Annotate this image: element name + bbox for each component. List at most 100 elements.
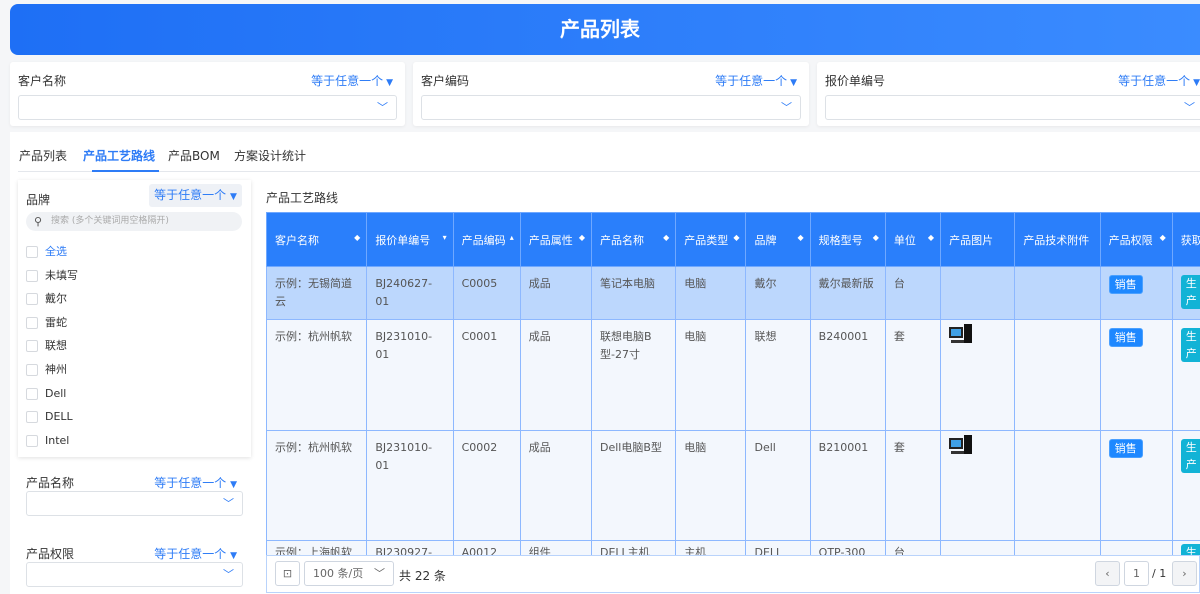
- cell-text: 联想电脑B型-27寸: [600, 330, 652, 361]
- column-header[interactable]: 客户名称 ◆: [265, 212, 368, 267]
- brand-option[interactable]: Dell: [26, 384, 66, 404]
- cell-text: 成品: [528, 330, 551, 343]
- brand-search-input[interactable]: ⚲ 搜索 (多个关键词用空格隔开): [26, 212, 242, 231]
- sort-icon[interactable]: ◆: [733, 233, 739, 242]
- column-header[interactable]: 报价单编号 ▾: [366, 212, 454, 267]
- permission-badge: 销售: [1108, 439, 1143, 458]
- page-number-input[interactable]: 1: [1124, 561, 1149, 586]
- sort-icon[interactable]: ◆: [663, 233, 669, 242]
- operator-dropdown[interactable]: 等于任意一个 ▼: [311, 72, 393, 89]
- computer-image-icon[interactable]: [949, 435, 973, 455]
- next-page-button[interactable]: ›: [1172, 561, 1197, 586]
- prev-page-button[interactable]: ‹: [1095, 561, 1120, 586]
- column-header[interactable]: 产品名称 ◆: [590, 212, 677, 267]
- tab-product-list[interactable]: 产品列表: [19, 147, 67, 164]
- search-placeholder: 搜索 (多个关键词用空格隔开): [51, 216, 169, 226]
- table-cell: 示例：杭州帆软: [265, 430, 368, 541]
- page-header: 产品列表: [10, 4, 1200, 55]
- operator-dropdown[interactable]: 等于任意一个 ▼: [154, 545, 237, 562]
- table-row[interactable]: 示例：杭州帆软 BJ231010-01 C0002 成品 Dell电脑B型 电脑 Dell B…: [265, 430, 1200, 541]
- column-header[interactable]: 品牌 ◆: [745, 212, 811, 267]
- column-header[interactable]: 产品技术附件: [1014, 212, 1101, 267]
- column-header[interactable]: 单位 ◆: [884, 212, 942, 267]
- sort-icon[interactable]: ◆: [579, 233, 585, 242]
- checkbox[interactable]: [26, 316, 38, 329]
- column-label: 获取: [1180, 233, 1200, 247]
- operator-dropdown[interactable]: 等于任意一个 ▼: [154, 474, 237, 491]
- cell-text: BJ231010-01: [375, 441, 433, 472]
- product-name-select[interactable]: ﹀: [26, 491, 243, 516]
- operator-label: 等于任意一个: [311, 74, 384, 88]
- operator-dropdown[interactable]: 等于任意一个 ▼: [1118, 72, 1200, 89]
- sort-icon[interactable]: ◆: [928, 233, 934, 242]
- search-icon: ⚲: [34, 215, 43, 228]
- operator-dropdown[interactable]: 等于任意一个 ▼: [715, 72, 797, 89]
- checkbox[interactable]: [26, 340, 38, 353]
- brand-option[interactable]: 雷蛇: [26, 313, 67, 333]
- sort-icon[interactable]: ◆: [873, 233, 879, 242]
- brand-operator-dropdown[interactable]: 等于任意一个 ▼: [149, 184, 242, 207]
- filter-select[interactable]: ﹀: [18, 95, 397, 120]
- pagination-bar: ⊡ 100 条/页 ﹀ 共 22 条 ‹ 1 / 1 ›: [266, 555, 1200, 593]
- checkbox[interactable]: [26, 434, 38, 447]
- checkbox[interactable]: [26, 387, 38, 400]
- filter-select[interactable]: ﹀: [421, 95, 801, 120]
- table-cell: 电脑: [675, 430, 747, 541]
- column-label: 单位: [893, 233, 916, 247]
- table-cell: 成品: [519, 319, 593, 431]
- product-permission-select[interactable]: ﹀: [26, 562, 243, 587]
- column-header[interactable]: 产品属性 ◆: [519, 212, 593, 267]
- tab-bar: 产品列表 产品工艺路线 产品BOM 方案设计统计: [18, 140, 1200, 172]
- operator-label: 等于任意一个: [154, 547, 227, 561]
- table-cell: C0005: [452, 266, 521, 320]
- caret-down-icon: ▼: [790, 78, 797, 88]
- table-row[interactable]: 示例：无锡简道云 BJ240627-01 C0005 成品 笔记本电脑 电脑 戴尔 戴尔最新版…: [265, 266, 1200, 320]
- table-cell: 套: [884, 319, 942, 431]
- checkbox[interactable]: [26, 411, 38, 424]
- brand-option[interactable]: 戴尔: [26, 289, 67, 309]
- sort-icon[interactable]: ◆: [354, 233, 360, 242]
- table-cell: 销售: [1099, 266, 1173, 320]
- tab-design-stats[interactable]: 方案设计统计: [234, 147, 306, 164]
- sort-icon[interactable]: ◆: [798, 233, 804, 242]
- checkbox[interactable]: [26, 269, 38, 282]
- column-header[interactable]: 获取: [1171, 212, 1200, 267]
- column-header[interactable]: 产品权限 ◆: [1099, 212, 1173, 267]
- column-settings-button[interactable]: ⊡: [275, 561, 300, 586]
- sort-icon[interactable]: ▾: [443, 233, 447, 242]
- sort-icon[interactable]: ◆: [1160, 233, 1166, 242]
- chevron-down-icon: ﹀: [223, 568, 234, 581]
- filter-select[interactable]: ﹀: [825, 95, 1200, 120]
- column-header[interactable]: 产品类型 ◆: [675, 212, 747, 267]
- brand-option[interactable]: DELL: [26, 407, 73, 427]
- cell-text: 成品: [528, 441, 551, 454]
- column-label: 产品图片: [949, 233, 994, 247]
- operator-label: 等于任意一个: [154, 476, 227, 490]
- brand-option[interactable]: Intel: [26, 431, 69, 451]
- brand-option[interactable]: 神州: [26, 360, 67, 380]
- page-size-select[interactable]: 100 条/页 ﹀: [304, 561, 394, 586]
- cell-text: 成品: [528, 277, 551, 290]
- option-label: 全选: [45, 245, 67, 258]
- tab-product-bom[interactable]: 产品BOM: [168, 147, 220, 164]
- caret-down-icon: ▼: [230, 551, 237, 561]
- column-header[interactable]: 产品图片: [940, 212, 1016, 267]
- checkbox[interactable]: [26, 364, 38, 376]
- computer-image-icon[interactable]: [949, 324, 973, 344]
- brand-option[interactable]: 全选: [26, 242, 67, 262]
- table-cell: C0001: [452, 319, 521, 431]
- page-total: / 1: [1152, 567, 1167, 580]
- column-label: 产品权限: [1108, 233, 1153, 247]
- table-row[interactable]: 示例：杭州帆软 BJ231010-01 C0001 成品 联想电脑B型-27寸 电脑 联想 B…: [265, 319, 1200, 431]
- filter-card: 客户编码 等于任意一个 ▼ ﹀: [413, 62, 809, 126]
- column-label: 品牌: [754, 233, 777, 247]
- brand-option[interactable]: 未填写: [26, 266, 78, 286]
- brand-option[interactable]: 联想: [26, 336, 67, 356]
- column-header[interactable]: 产品编码 ▴: [452, 212, 521, 267]
- checkbox[interactable]: [26, 246, 38, 258]
- tab-process-route[interactable]: 产品工艺路线: [83, 147, 155, 164]
- table-cell: 成品: [519, 430, 593, 541]
- checkbox[interactable]: [26, 293, 38, 306]
- sort-icon[interactable]: ▴: [510, 233, 514, 242]
- column-header[interactable]: 规格型号 ◆: [809, 212, 886, 267]
